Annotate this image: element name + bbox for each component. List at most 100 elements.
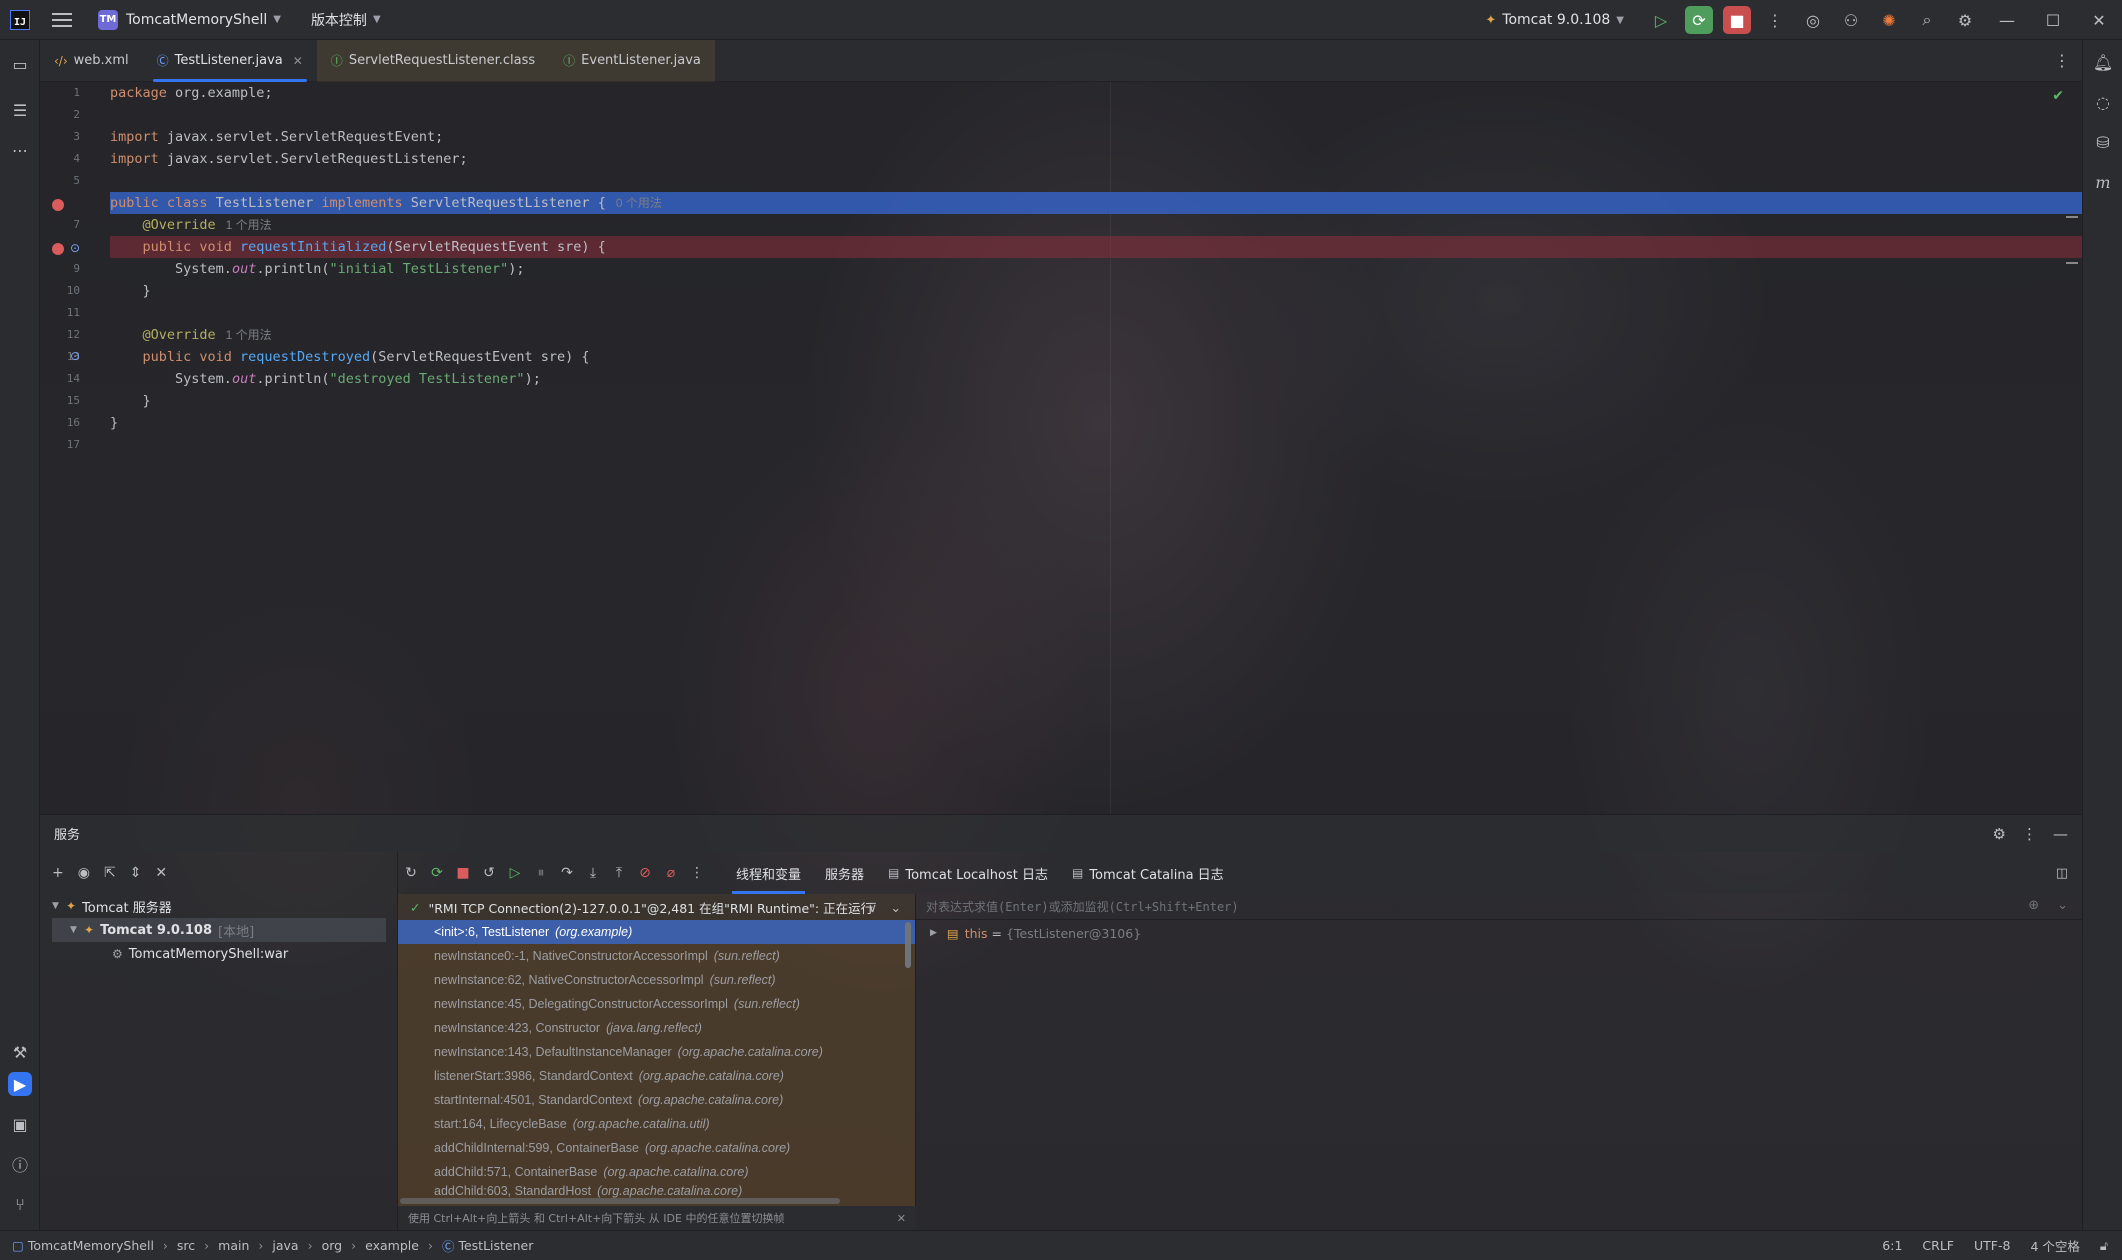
step-over-icon[interactable]: ↷: [554, 865, 580, 881]
tab-localhost-log[interactable]: ▤ Tomcat Localhost 日志: [876, 852, 1060, 894]
panel-minimize-icon[interactable]: —: [2053, 825, 2068, 843]
services-icon[interactable]: ▶: [8, 1072, 32, 1096]
plugin-icon[interactable]: ✺: [1875, 6, 1903, 34]
close-icon[interactable]: ✕: [293, 54, 303, 68]
breadcrumb-item[interactable]: main: [218, 1238, 249, 1253]
stack-frame[interactable]: listenerStart:3986, StandardContext (org.…: [398, 1064, 915, 1088]
add-user-icon[interactable]: ⚇: [1837, 6, 1865, 34]
project-folder-icon[interactable]: ▭: [8, 52, 32, 76]
stack-frame[interactable]: newInstance:423, Constructor (java.lang.r…: [398, 1016, 915, 1040]
chevron-down-icon[interactable]: ⌄: [2057, 898, 2068, 913]
chevron-down-icon[interactable]: ▼: [70, 925, 84, 935]
terminal-icon[interactable]: ▣: [8, 1112, 32, 1136]
tab-server[interactable]: 服务器: [813, 852, 876, 894]
settings-gear-icon[interactable]: ⚙: [1951, 6, 1979, 34]
chevron-down-icon[interactable]: ⌄: [891, 900, 901, 915]
breadcrumb-item[interactable]: java: [272, 1238, 298, 1253]
more-tools-icon[interactable]: ⋯: [8, 138, 32, 162]
ai-chat-icon[interactable]: ◌: [2091, 90, 2115, 114]
chevron-down-icon[interactable]: ▼: [373, 14, 381, 25]
vertical-scrollbar[interactable]: [905, 922, 911, 968]
more-tabs-icon[interactable]: ⋮: [2054, 51, 2070, 70]
debug-button[interactable]: ⟳: [1685, 6, 1713, 34]
main-menu-button[interactable]: [52, 12, 72, 27]
chevron-down-icon[interactable]: ▼: [52, 901, 66, 911]
rerun-debug-icon[interactable]: ⟳: [424, 865, 450, 881]
editor-gutter[interactable]: 1 2 3 4 5 6 7 8 9 10 11 12 13 14 15 16 1…: [40, 82, 110, 814]
tab-eventlistener-java[interactable]: Ⓘ EventListener.java: [549, 39, 715, 82]
rerun-icon[interactable]: ↻: [398, 865, 424, 881]
view-options-icon[interactable]: ◉: [78, 865, 90, 881]
stack-frame[interactable]: addChildInternal:599, ContainerBase (org.…: [398, 1136, 915, 1160]
tab-web-xml[interactable]: ‹/› web.xml: [40, 40, 143, 82]
indent-setting[interactable]: 4 个空格: [2030, 1236, 2079, 1255]
breadcrumb-item[interactable]: example: [365, 1238, 419, 1253]
search-icon[interactable]: ⌕: [1913, 6, 1941, 34]
structure-icon[interactable]: ☰: [8, 98, 32, 122]
vcs-menu[interactable]: 版本控制: [311, 10, 367, 30]
collapse-all-icon[interactable]: ✕: [155, 865, 167, 881]
breadcrumb-item[interactable]: org: [322, 1238, 343, 1253]
layout-icon[interactable]: ◫: [2056, 866, 2068, 881]
maven-icon[interactable]: m: [2091, 170, 2115, 194]
ai-assistant-icon[interactable]: ◎: [1799, 6, 1827, 34]
panel-settings-icon[interactable]: ⚙: [1993, 825, 2006, 843]
stack-frame[interactable]: newInstance0:-1, NativeConstructorAccess…: [398, 944, 915, 968]
file-encoding[interactable]: UTF-8: [1974, 1238, 2010, 1253]
caret-position[interactable]: 6:1: [1882, 1238, 1902, 1253]
stack-frame[interactable]: addChild:571, ContainerBase (org.apache.c…: [398, 1160, 915, 1184]
notifications-bell-icon[interactable]: 🔔︎: [2091, 50, 2115, 74]
line-separator[interactable]: CRLF: [1922, 1238, 1954, 1253]
implements-marker-icon[interactable]: ⊙: [70, 241, 80, 255]
more-icon[interactable]: ⋮: [684, 865, 710, 881]
stop-button[interactable]: ■: [1723, 6, 1751, 34]
stack-frame[interactable]: newInstance:45, DelegatingConstructorAcc…: [398, 992, 915, 1016]
stack-frame[interactable]: startInternal:4501, StandardContext (org.…: [398, 1088, 915, 1112]
resume-run-button[interactable]: ▷: [1647, 6, 1675, 34]
thread-selector[interactable]: ✓ "RMI TCP Connection(2)-127.0.0.1"@2,48…: [398, 894, 915, 920]
chevron-right-icon[interactable]: ▶: [930, 928, 937, 938]
tab-testlistener-java[interactable]: Ⓒ TestListener.java ✕: [143, 40, 317, 82]
tree-node-tomcat-server[interactable]: ▼ ✦ Tomcat 9.0.108 [本地]: [52, 918, 386, 942]
stop-icon[interactable]: ■: [450, 865, 476, 881]
variable-row[interactable]: ▶ ▤ this = {TestListener@3106}: [916, 920, 2082, 946]
filter-icon[interactable]: ⊽: [868, 900, 877, 915]
add-watch-icon[interactable]: ⊕: [2028, 898, 2039, 913]
stack-frame[interactable]: newInstance:62, NativeConstructorAccesso…: [398, 968, 915, 992]
panel-more-icon[interactable]: ⋮: [2022, 825, 2037, 843]
database-icon[interactable]: ⛁: [2091, 130, 2115, 154]
resume-icon[interactable]: ▷: [502, 865, 528, 881]
stack-frame[interactable]: addChild:603, StandardHost (org.apache.ca…: [398, 1184, 915, 1198]
new-tab-icon[interactable]: ⇱: [104, 865, 116, 881]
tab-threads-variables[interactable]: 线程和变量: [724, 852, 813, 894]
problems-icon[interactable]: ⓘ: [8, 1152, 32, 1176]
chevron-down-icon[interactable]: ▼: [273, 14, 281, 25]
project-chip[interactable]: TM: [98, 9, 118, 30]
restart-icon[interactable]: ↺: [476, 865, 502, 881]
evaluate-expression-input[interactable]: 对表达式求值(Enter)或添加监视(Ctrl+Shift+Enter): [916, 894, 2082, 920]
view-breakpoints-icon[interactable]: ⊘: [632, 865, 658, 881]
read-only-toggle-icon[interactable]: 🔓︎: [2100, 1238, 2108, 1254]
more-actions-icon[interactable]: ⋮: [1761, 6, 1789, 34]
add-service-icon[interactable]: +: [52, 865, 64, 881]
project-name[interactable]: TomcatMemoryShell: [126, 12, 267, 28]
breadcrumb-item[interactable]: TestListener: [458, 1238, 533, 1253]
implements-marker-icon[interactable]: ⊙: [70, 349, 80, 363]
build-hammer-icon[interactable]: ⚒: [8, 1040, 32, 1064]
horizontal-scrollbar[interactable]: [400, 1198, 840, 1204]
close-window-button[interactable]: ✕: [2076, 11, 2122, 30]
breakpoint-icon[interactable]: [52, 243, 64, 255]
code-editor[interactable]: ✔ 1 2 3 4 5 6 7 8 9 10 11 12 13 14 15 16…: [40, 82, 2082, 814]
breakpoint-icon[interactable]: [52, 199, 64, 211]
mute-breakpoints-icon[interactable]: ⌀: [658, 865, 684, 881]
tab-catalina-log[interactable]: ▤ Tomcat Catalina 日志: [1060, 852, 1236, 894]
breadcrumb-item[interactable]: TomcatMemoryShell: [28, 1238, 154, 1253]
close-icon[interactable]: ✕: [897, 1212, 906, 1225]
maximize-window-button[interactable]: ☐: [2030, 11, 2076, 30]
breadcrumb-item[interactable]: src: [177, 1238, 195, 1253]
step-into-icon[interactable]: ⤓: [580, 865, 606, 881]
run-config-selector[interactable]: ✦ Tomcat 9.0.108 ▼: [1485, 12, 1624, 28]
stack-frame[interactable]: start:164, LifecycleBase (org.apache.cata…: [398, 1112, 915, 1136]
tree-node-tomcat-servers[interactable]: ▼ ✦ Tomcat 服务器: [52, 894, 382, 918]
tree-node-artifact[interactable]: ⚙ TomcatMemoryShell:war: [112, 942, 392, 966]
